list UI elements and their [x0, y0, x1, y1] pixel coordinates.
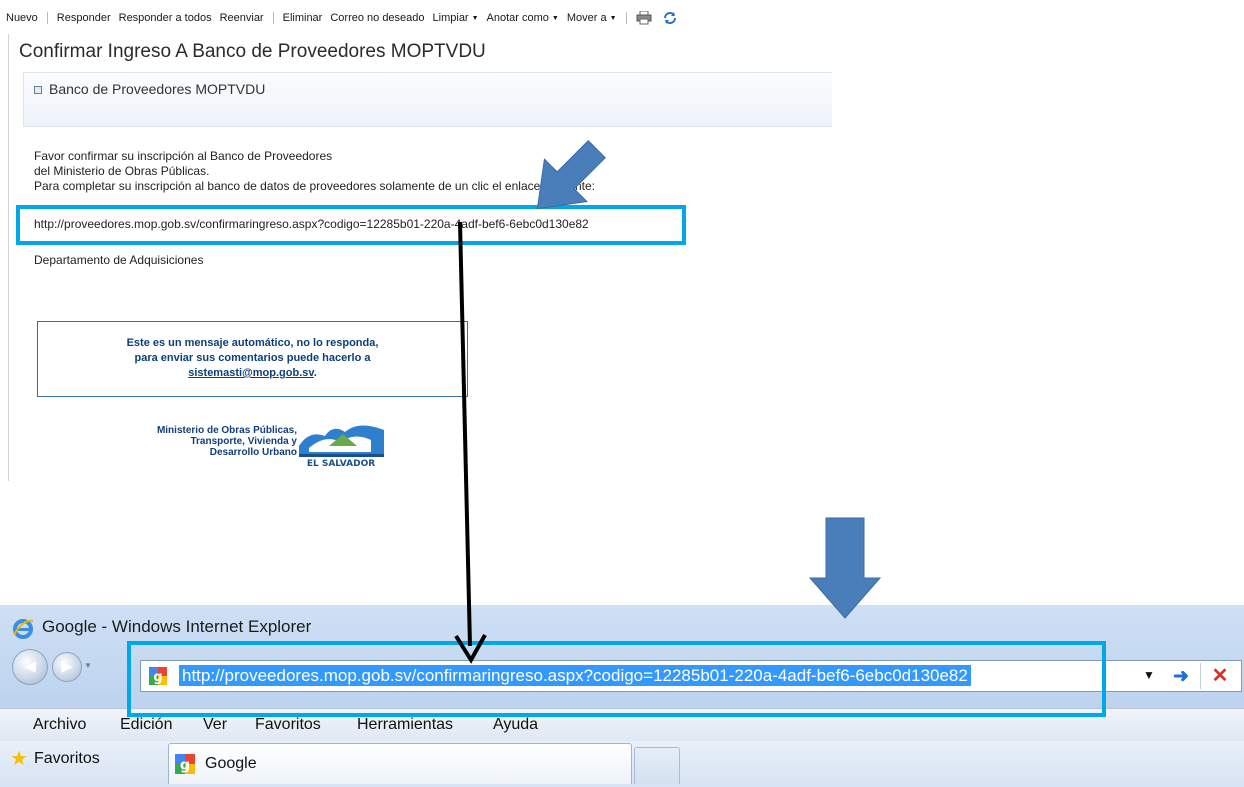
- email-header-box: Banco de Proveedores MOPTVDU: [23, 72, 832, 127]
- favorites-button[interactable]: ★ Favoritos: [10, 744, 100, 774]
- toolbar-divider: [625, 12, 627, 24]
- chevron-down-icon: ▼: [471, 15, 479, 22]
- clean-menu[interactable]: Limpiar ▼: [433, 12, 479, 24]
- mark-as-menu[interactable]: Anotar como ▼: [487, 12, 559, 24]
- tab-label: Google: [205, 755, 257, 772]
- reply-all-button[interactable]: Responder a todos: [119, 12, 212, 24]
- address-divider: [1200, 663, 1201, 689]
- new-button[interactable]: Nuevo: [6, 12, 38, 24]
- tab-bar: ★ Favoritos g Google: [0, 741, 1244, 787]
- menu-help[interactable]: Ayuda: [493, 716, 538, 734]
- menu-file[interactable]: Archivo: [33, 716, 86, 734]
- google-favicon-icon: g: [149, 667, 167, 685]
- email-header-title: Banco de Proveedores MOPTVDU: [49, 81, 266, 97]
- annotation-arrow-down: [808, 517, 882, 619]
- ie-logo-icon: [13, 619, 34, 639]
- ministry-name: Ministerio de Obras Públicas, Transporte…: [107, 425, 297, 458]
- stop-icon[interactable]: ✕: [1207, 663, 1233, 688]
- reply-button[interactable]: Responder: [57, 12, 111, 24]
- notice-period: .: [313, 367, 317, 379]
- bullet-icon: [34, 86, 42, 94]
- favorites-label: Favoritos: [33, 750, 100, 767]
- ministry-line: Desarrollo Urbano: [209, 447, 297, 458]
- body-line: Favor confirmar su inscripción al Banco …: [34, 149, 333, 163]
- auto-message-notice: Este es un mensaje automático, no lo res…: [37, 321, 468, 397]
- clean-label: Limpiar: [432, 12, 469, 24]
- body-line: Para completar su inscripción al banco d…: [34, 179, 595, 193]
- toolbar-divider: [272, 12, 274, 24]
- email-subject: Confirmar Ingreso A Banco de Proveedores…: [19, 41, 486, 62]
- tab-google[interactable]: g Google: [168, 743, 632, 784]
- confirmation-link[interactable]: http://proveedores.mop.gob.sv/confirmari…: [34, 217, 589, 231]
- printer-icon[interactable]: [636, 10, 652, 25]
- menu-view[interactable]: Ver: [203, 716, 227, 734]
- svg-text:g: g: [180, 758, 190, 774]
- notice-line: Este es un mensaje automático, no lo res…: [126, 337, 379, 349]
- email-toolbar: Nuevo Responder Responder a todos Reenvi…: [0, 0, 830, 34]
- menu-tools[interactable]: Herramientas: [357, 716, 453, 734]
- back-button[interactable]: ◀: [12, 649, 48, 685]
- forward-button[interactable]: Reenviar: [220, 12, 264, 24]
- browser-window: Google - Windows Internet Explorer ◀ ▶ ▼…: [0, 605, 1244, 787]
- body-line: del Ministerio de Obras Públicas.: [34, 164, 210, 178]
- arrow-right-icon: ▶: [61, 658, 73, 675]
- ministry-line: Ministerio de Obras Públicas,: [156, 425, 297, 436]
- chevron-down-icon: ▼: [551, 15, 559, 22]
- refresh-icon[interactable]: [662, 11, 678, 25]
- menu-bar: Archivo Edición Ver Favoritos Herramient…: [0, 708, 1244, 741]
- email-message: Confirmar Ingreso A Banco de Proveedores…: [8, 34, 832, 481]
- history-dropdown-icon[interactable]: ▼: [84, 661, 92, 670]
- menu-favorites[interactable]: Favoritos: [255, 716, 321, 734]
- move-to-menu[interactable]: Mover a ▼: [567, 12, 617, 24]
- move-to-label: Mover a: [566, 12, 607, 24]
- arrow-left-icon: ◀: [24, 658, 36, 675]
- department-signature: Departamento de Adquisiciones: [34, 253, 204, 267]
- address-dropdown-icon[interactable]: ▼: [1143, 668, 1155, 682]
- email-body-text: Favor confirmar su inscripción al Banco …: [34, 149, 595, 194]
- ministry-line: Transporte, Vivienda y: [190, 436, 297, 447]
- address-bar[interactable]: g http://proveedores.mop.gob.sv/confirma…: [140, 660, 1242, 692]
- menu-edit[interactable]: Edición: [120, 716, 172, 734]
- notice-line: para enviar sus comentarios puede hacerl…: [134, 352, 371, 364]
- address-input[interactable]: http://proveedores.mop.gob.sv/confirmari…: [179, 665, 971, 686]
- delete-button[interactable]: Eliminar: [283, 12, 323, 24]
- mark-as-label: Anotar como: [486, 12, 549, 24]
- star-icon: ★: [10, 748, 28, 770]
- window-title: Google - Windows Internet Explorer: [42, 617, 312, 636]
- google-favicon-icon: g: [175, 754, 195, 774]
- toolbar-divider: [46, 12, 48, 24]
- el-salvador-logo: EL SALVADOR: [299, 425, 384, 469]
- new-tab-button[interactable]: [634, 747, 680, 784]
- contact-email-link[interactable]: sistemasti@mop.gob.sv: [188, 367, 313, 379]
- forward-nav-button[interactable]: ▶: [52, 652, 82, 682]
- junk-button[interactable]: Correo no deseado: [330, 12, 424, 24]
- logo-text: EL SALVADOR: [307, 459, 375, 469]
- chevron-down-icon: ▼: [609, 15, 617, 22]
- go-arrow-icon[interactable]: ➜: [1166, 665, 1196, 688]
- svg-text:g: g: [153, 670, 162, 685]
